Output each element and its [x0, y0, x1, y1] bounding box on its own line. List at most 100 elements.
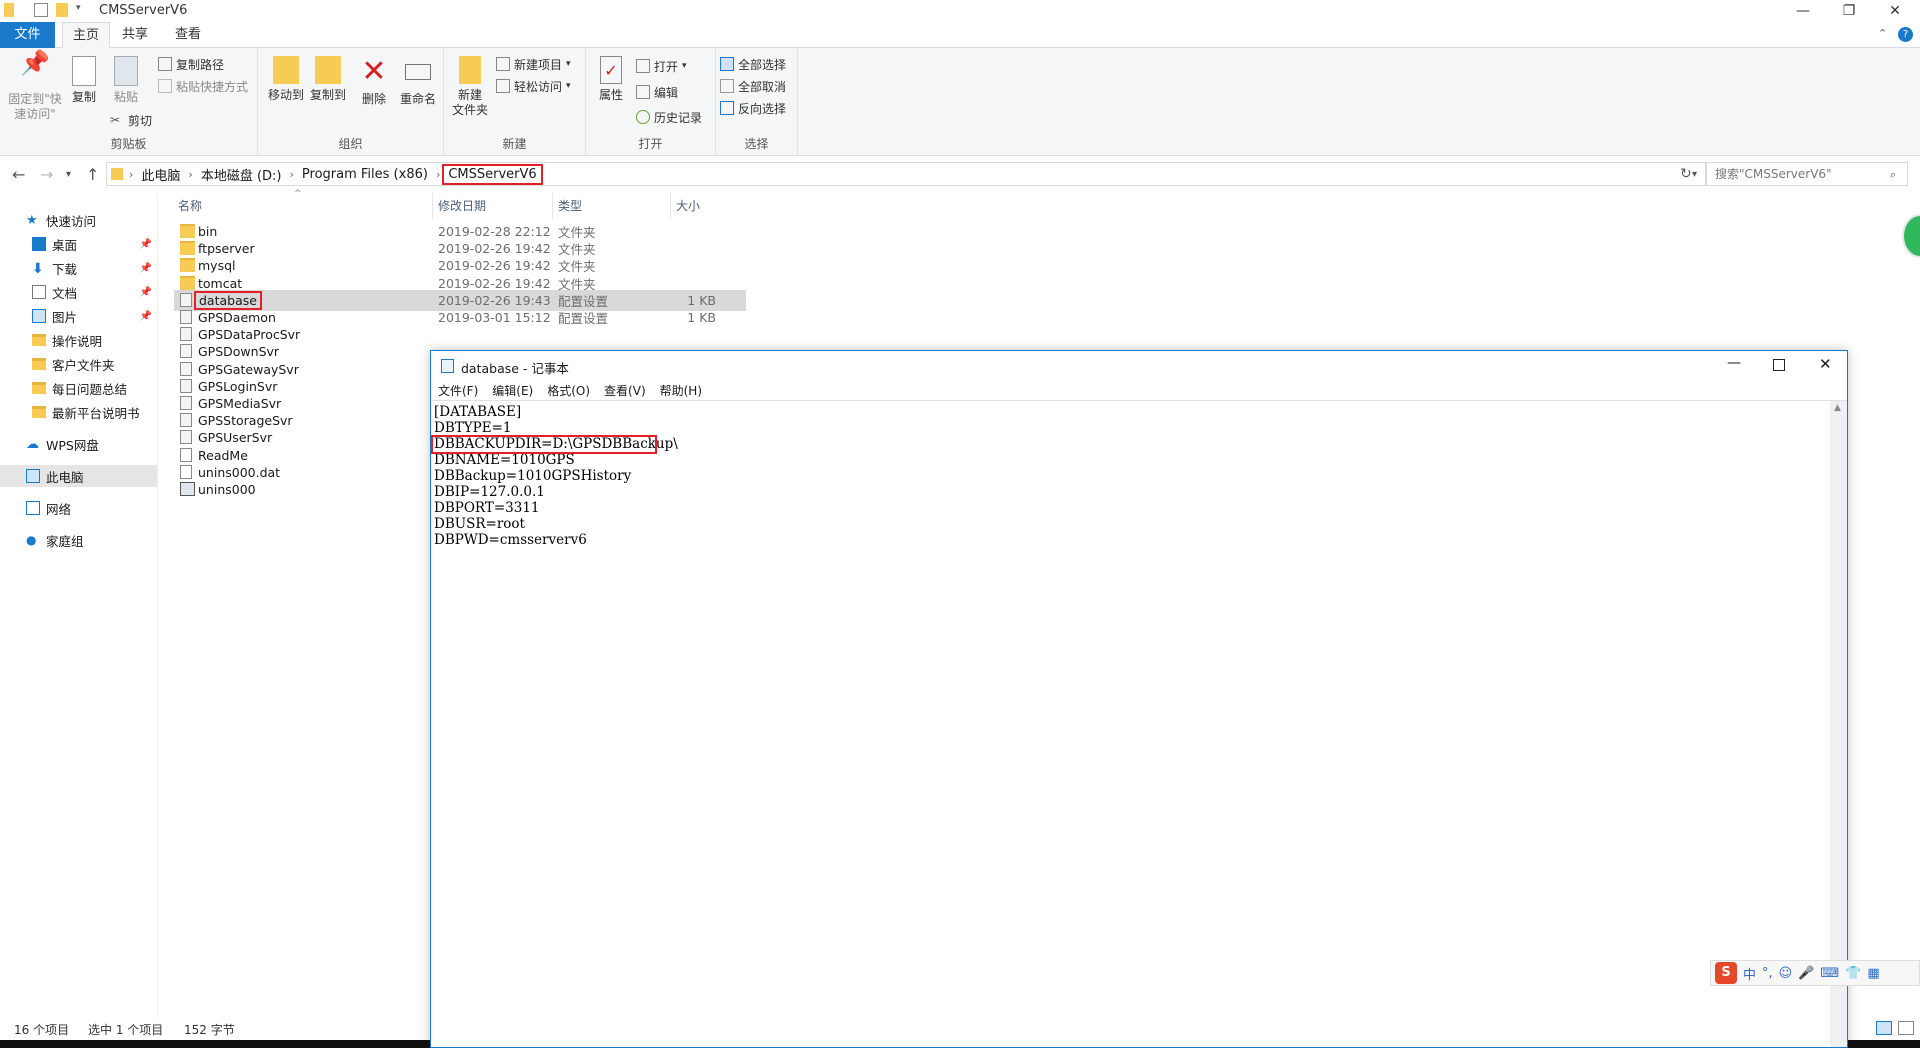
- skin-icon[interactable]: 👕: [1845, 966, 1861, 981]
- ime-mode[interactable]: 中: [1743, 964, 1756, 983]
- nav-homegroup[interactable]: ● 家庭组: [0, 529, 158, 551]
- refresh-icon[interactable]: ↻: [1680, 166, 1692, 182]
- notepad-close-button[interactable]: ✕: [1819, 355, 1832, 373]
- menu-edit[interactable]: 编辑(E): [485, 381, 540, 400]
- search-input[interactable]: 搜索"CMSServerV6": [1706, 162, 1908, 186]
- notepad-text-area[interactable]: [DATABASE] DBTYPE=1 DBBACKUPDIR=D:\GPSDBBa…: [434, 404, 1820, 1044]
- recent-locations-icon[interactable]: ▾: [66, 169, 71, 180]
- nav-item-customer-folder[interactable]: 客户文件夹: [0, 353, 158, 375]
- paste-button[interactable]: 粘贴: [108, 56, 144, 105]
- select-none-button[interactable]: 全部取消: [720, 76, 786, 96]
- breadcrumb-separator[interactable]: ›: [434, 168, 442, 181]
- notepad-line: DBTYPE=1: [434, 420, 512, 436]
- new-folder-label-2: 文件夹: [452, 103, 489, 117]
- notepad-maximize-button[interactable]: [1773, 359, 1785, 371]
- menu-view[interactable]: 查看(V): [597, 381, 653, 400]
- sogou-s-icon[interactable]: S: [1715, 962, 1737, 984]
- nav-item-daily-issues[interactable]: 每日问题总结: [0, 377, 158, 399]
- tab-view[interactable]: 查看: [165, 22, 211, 48]
- properties-button[interactable]: ✓ 属性: [594, 56, 628, 103]
- punctuation-icon[interactable]: °,: [1762, 966, 1773, 981]
- title-bar: ▾ CMSServerV6 — ❐ ✕: [0, 0, 1920, 22]
- address-dropdown-icon[interactable]: ▾: [1692, 169, 1697, 180]
- details-view-icon[interactable]: [1876, 1021, 1892, 1035]
- nav-quick-access[interactable]: ★ 快速访问: [0, 209, 158, 231]
- copy-path-label: 复制路径: [176, 57, 225, 72]
- invert-selection-button[interactable]: 反向选择: [720, 98, 786, 118]
- large-icons-view-icon[interactable]: [1898, 1021, 1914, 1035]
- copy-to-label: 复制到: [309, 88, 346, 102]
- column-divider[interactable]: [552, 193, 553, 219]
- select-none-label: 全部取消: [738, 79, 787, 94]
- delete-button[interactable]: ✕ 删除: [358, 56, 390, 107]
- nav-this-pc[interactable]: 此电脑: [0, 465, 158, 487]
- collapse-ribbon-icon[interactable]: ⌃: [1878, 27, 1887, 40]
- menu-help[interactable]: 帮助(H): [653, 381, 709, 400]
- nav-item-platform-manual[interactable]: 最新平台说明书: [0, 401, 158, 423]
- properties-icon[interactable]: [34, 3, 48, 17]
- history-button[interactable]: 历史记录: [636, 107, 702, 127]
- rename-button[interactable]: 重命名: [398, 56, 438, 107]
- column-divider[interactable]: [670, 193, 671, 219]
- tab-home[interactable]: 主页: [62, 22, 111, 48]
- nav-wps-cloud[interactable]: ☁ WPS网盘: [0, 433, 158, 455]
- copy-path-button[interactable]: 复制路径: [158, 54, 224, 74]
- column-header-date[interactable]: 修改日期: [438, 197, 486, 214]
- easy-access-button[interactable]: 轻松访问 ▾: [496, 76, 571, 96]
- menu-file[interactable]: 文件(F): [431, 381, 485, 400]
- navigation-pane: ★ 快速访问 桌面 📌 ⬇ 下载 📌 文档 📌 图片 📌 操作说明 客户文件夹 …: [0, 205, 158, 1005]
- up-arrow-icon[interactable]: ↑: [86, 165, 99, 184]
- new-folder-icon[interactable]: [56, 3, 68, 17]
- column-header-size[interactable]: 大小: [676, 197, 700, 214]
- customize-toolbar-icon[interactable]: ▾: [76, 3, 90, 17]
- new-folder-button[interactable]: 新建 文件夹: [452, 56, 488, 118]
- column-divider[interactable]: [432, 193, 433, 219]
- notepad-scrollbar[interactable]: ▲: [1830, 401, 1847, 1047]
- breadcrumb-program-files[interactable]: Program Files (x86): [296, 167, 434, 182]
- menu-format[interactable]: 格式(O): [540, 381, 597, 400]
- pin-quick-access-button[interactable]: 📌 固定到"快 速访问": [6, 51, 64, 122]
- network-icon: [26, 501, 40, 515]
- emoji-icon[interactable]: ☺: [1779, 966, 1793, 981]
- help-icon[interactable]: ?: [1898, 27, 1913, 42]
- paste-shortcut-button[interactable]: 粘贴快捷方式: [158, 76, 248, 96]
- breadcrumb-separator[interactable]: ›: [288, 168, 296, 181]
- nav-item-downloads[interactable]: ⬇ 下载 📌: [0, 257, 158, 279]
- nav-item-desktop[interactable]: 桌面 📌: [0, 233, 158, 255]
- breadcrumb-drive-d[interactable]: 本地磁盘 (D:): [195, 165, 288, 184]
- notepad-minimize-button[interactable]: —: [1727, 355, 1741, 371]
- open-button[interactable]: 打开 ▾: [636, 56, 687, 76]
- column-header-type[interactable]: 类型: [558, 197, 582, 214]
- nav-item-pictures[interactable]: 图片 📌: [0, 305, 158, 327]
- column-header-name[interactable]: 名称: [178, 197, 202, 214]
- select-all-button[interactable]: 全部选择: [720, 54, 786, 74]
- restore-button[interactable]: ❐: [1826, 0, 1872, 22]
- nav-item-manuals[interactable]: 操作说明: [0, 329, 158, 351]
- microphone-icon[interactable]: 🎤: [1798, 966, 1814, 981]
- breadcrumb-separator[interactable]: ›: [127, 168, 135, 181]
- breadcrumb-cmsserverv6[interactable]: CMSServerV6: [442, 163, 543, 185]
- toolbox-icon[interactable]: ▦: [1867, 966, 1879, 981]
- copy-to-button[interactable]: 复制到: [308, 56, 348, 103]
- keyboard-icon[interactable]: ⌨: [1820, 966, 1839, 981]
- breadcrumb-this-pc[interactable]: 此电脑: [135, 165, 186, 184]
- breadcrumb-separator[interactable]: ›: [186, 168, 194, 181]
- tab-file[interactable]: 文件: [0, 22, 55, 48]
- file-size: 1 KB: [687, 310, 716, 325]
- copy-button[interactable]: 复制: [66, 56, 102, 105]
- close-button[interactable]: ✕: [1872, 0, 1918, 22]
- nav-network[interactable]: 网络: [0, 497, 158, 519]
- nav-item-documents[interactable]: 文档 📌: [0, 281, 158, 303]
- address-box[interactable]: › 此电脑 › 本地磁盘 (D:) › Program Files (x86) …: [106, 162, 1706, 186]
- new-item-button[interactable]: 新建项目 ▾: [496, 54, 571, 74]
- cut-button[interactable]: ✂ 剪切: [110, 110, 152, 130]
- floating-badge[interactable]: [1902, 214, 1920, 258]
- minimize-button[interactable]: —: [1780, 0, 1826, 22]
- scroll-up-icon[interactable]: ▲: [1834, 403, 1841, 413]
- tab-share[interactable]: 共享: [112, 22, 158, 48]
- move-to-button[interactable]: 移动到: [266, 56, 306, 103]
- forward-arrow-icon[interactable]: →: [40, 165, 53, 184]
- config-file-icon: [180, 378, 192, 393]
- back-arrow-icon[interactable]: ←: [12, 165, 25, 184]
- edit-button[interactable]: 编辑: [636, 82, 678, 102]
